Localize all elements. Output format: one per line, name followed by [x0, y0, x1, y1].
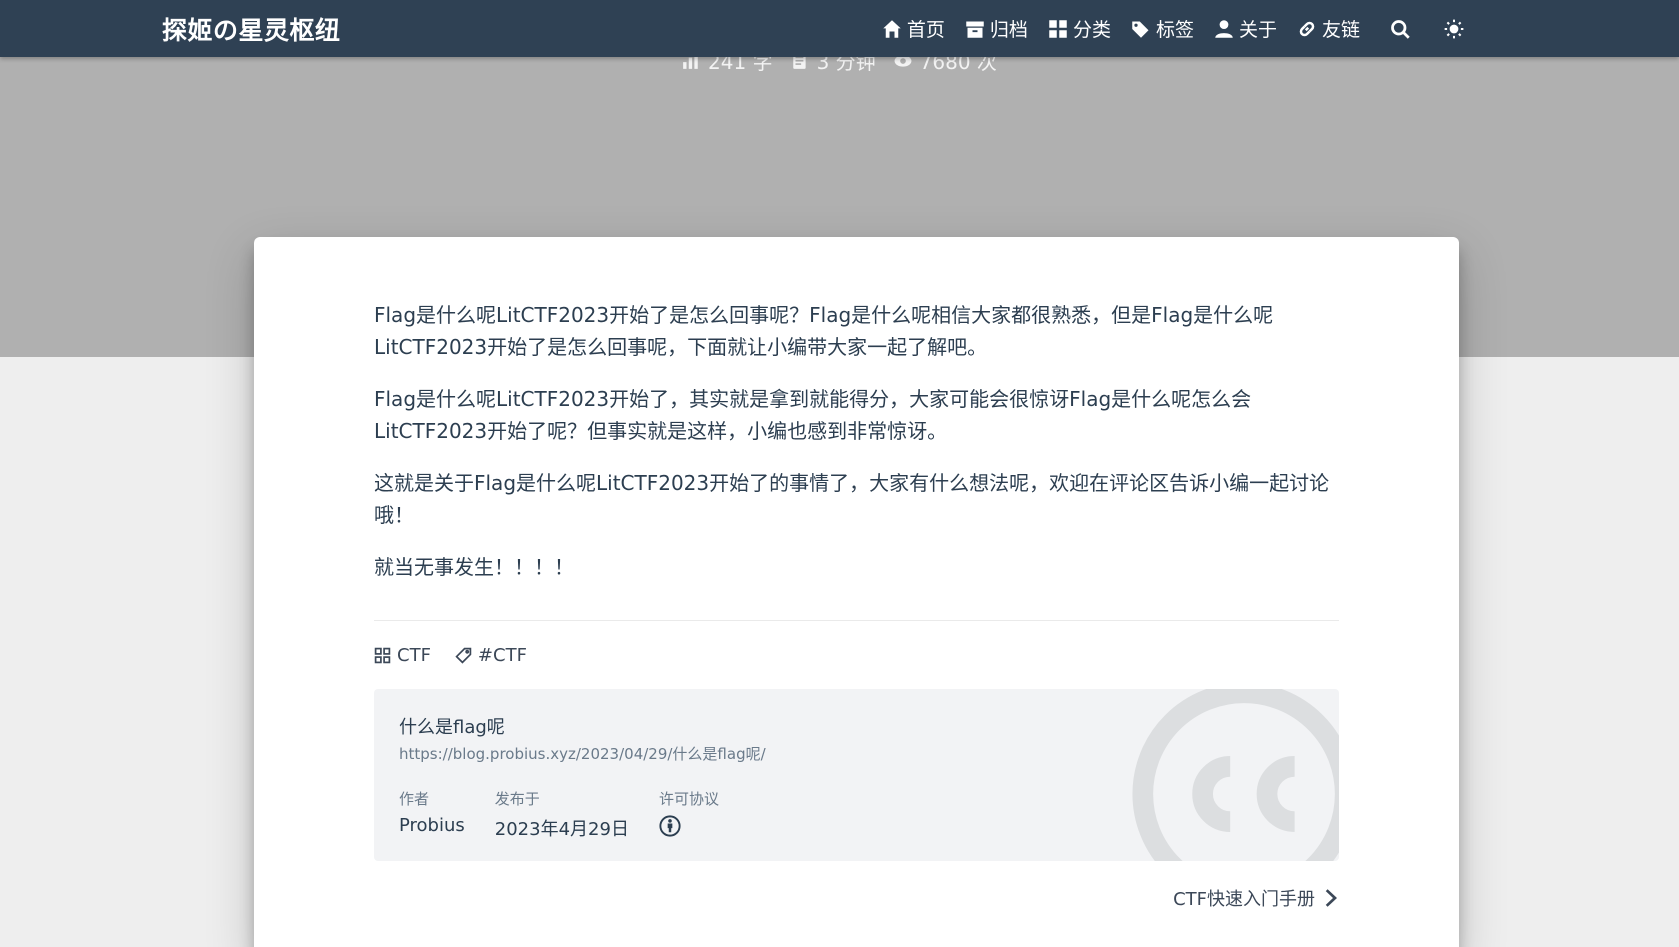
chevron-right-icon [1325, 889, 1337, 907]
search-button[interactable] [1390, 19, 1410, 39]
tag-label: #CTF [477, 645, 527, 666]
category-outline-icon [374, 647, 391, 664]
published-label: 发布于 [494, 790, 540, 808]
license-type: 许可协议 [659, 788, 719, 842]
article-paragraph: 这就是关于Flag是什么呢LitCTF2023开始了的事情了，大家有什么想法呢，… [374, 471, 1330, 527]
nav-item-tags[interactable]: 标签 [1131, 15, 1194, 42]
sun-icon [1444, 19, 1464, 38]
author-value: Probius [399, 815, 465, 836]
site-brand[interactable]: 探姬の星灵枢纽 [162, 11, 341, 47]
nav-item-category[interactable]: 分类 [1048, 15, 1111, 42]
home-icon [883, 19, 901, 38]
license-post-url[interactable]: https://blog.probius.xyz/2023/04/29/什么是f… [399, 743, 766, 764]
next-post-link[interactable]: CTF快速入门手册 [1173, 885, 1339, 911]
license-published: 发布于 2023年4月29日 [495, 788, 629, 842]
license-author: 作者 Probius [399, 788, 465, 842]
post-taxonomy: CTF #CTF [374, 645, 527, 666]
category-icon [1049, 19, 1067, 38]
link-icon [1299, 21, 1315, 36]
user-icon [1215, 19, 1233, 38]
nav-label-tags: 标签 [1155, 19, 1194, 41]
author-label: 作者 [399, 790, 430, 808]
search-icon [1391, 19, 1410, 39]
license-label: 许可协议 [658, 790, 719, 808]
theme-toggle-button[interactable] [1444, 19, 1464, 39]
cc-by-icon[interactable] [659, 815, 681, 837]
tag-link[interactable]: #CTF [455, 645, 527, 666]
post-card: Flag是什么呢LitCTF2023开始了是怎么回事呢？Flag是什么呢相信大家… [254, 237, 1459, 947]
tags-icon [1132, 21, 1149, 38]
nav-label-about: 关于 [1238, 19, 1277, 41]
archive-icon [966, 21, 984, 38]
published-value: 2023年4月29日 [494, 819, 629, 840]
license-box: 什么是flag呢 https://blog.probius.xyz/2023/0… [374, 689, 1339, 861]
article-paragraph: 就当无事发生！！！！ [374, 555, 574, 579]
tag-outline-icon [455, 647, 472, 664]
nav-item-home[interactable]: 首页 [882, 15, 945, 42]
license-value [659, 815, 719, 842]
nav-label-archive: 归档 [989, 19, 1028, 41]
license-details: 作者 Probius 发布于 2023年4月29日 许可协议 [399, 788, 719, 842]
license-post-title: 什么是flag呢 [399, 717, 505, 738]
article-content: Flag是什么呢LitCTF2023开始了是怎么回事呢？Flag是什么呢相信大家… [374, 299, 1339, 603]
nav-item-archive[interactable]: 归档 [965, 15, 1028, 42]
nav-item-links[interactable]: 友链 [1297, 15, 1360, 42]
nav-menu: 首页 归档 分类 标签 关于 友链 [882, 0, 1464, 57]
category-link[interactable]: CTF [374, 645, 431, 666]
next-post-label: CTF快速入门手册 [1173, 889, 1315, 910]
content-divider [374, 620, 1339, 621]
nav-label-links: 友链 [1321, 19, 1360, 41]
creative-commons-watermark-icon [1132, 689, 1339, 861]
nav-label-home: 首页 [906, 19, 945, 41]
nav-label-category: 分类 [1072, 19, 1111, 41]
category-label: CTF [397, 645, 431, 666]
nav-item-about[interactable]: 关于 [1214, 15, 1277, 42]
top-navbar: 探姬の星灵枢纽 首页 归档 分类 标签 关于 友链 [0, 0, 1679, 57]
article-paragraph: Flag是什么呢LitCTF2023开始了，其实就是拿到就能得分，大家可能会很惊… [374, 387, 1252, 443]
article-paragraph: Flag是什么呢LitCTF2023开始了是怎么回事呢？Flag是什么呢相信大家… [374, 303, 1274, 359]
